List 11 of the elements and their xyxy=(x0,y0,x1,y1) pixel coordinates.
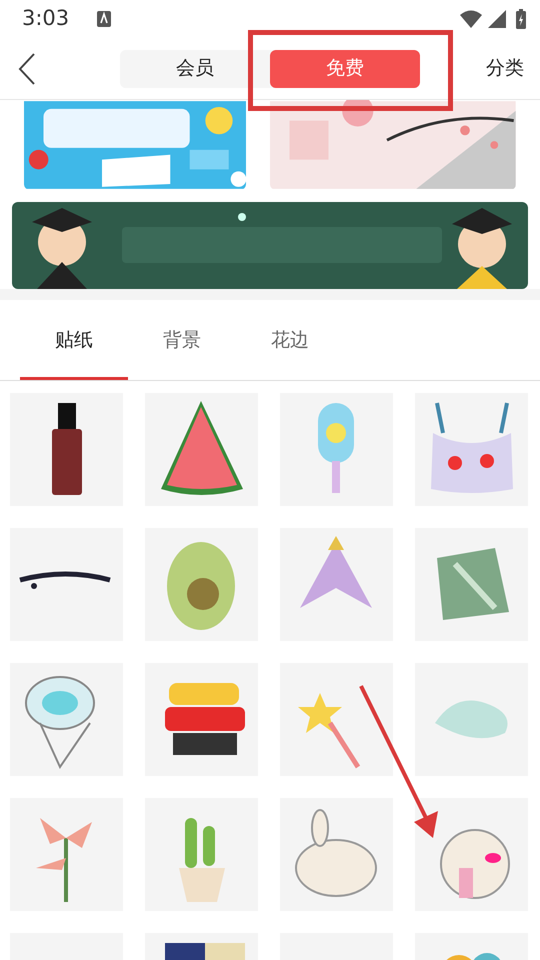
status-time: 3:03 xyxy=(22,5,70,32)
notification-icon xyxy=(97,11,112,27)
wifi-icon xyxy=(460,10,482,28)
back-icon xyxy=(18,52,36,84)
category-tab[interactable]: 背景 xyxy=(128,300,236,380)
category-tab[interactable]: 贴纸 xyxy=(20,300,128,380)
battery-icon xyxy=(516,9,526,29)
category-tab[interactable]: 花边 xyxy=(236,300,344,380)
signal-icon xyxy=(488,10,506,28)
category-link[interactable]: 分类 xyxy=(486,54,524,83)
back-button[interactable] xyxy=(18,52,36,84)
